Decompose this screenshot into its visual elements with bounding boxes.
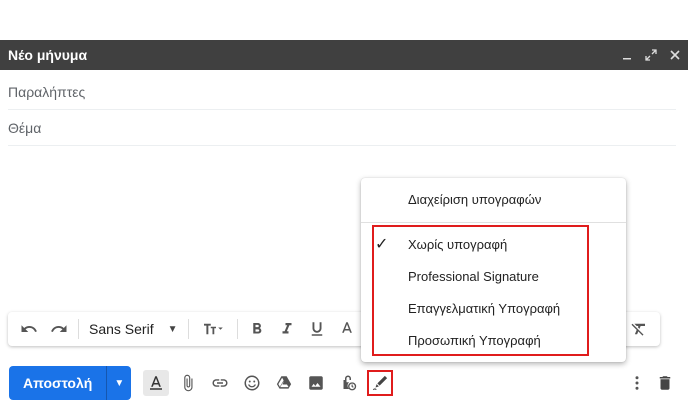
more-options-icon[interactable] [624, 370, 650, 396]
signature-option-label: Professional Signature [408, 268, 539, 284]
redo-icon[interactable] [44, 315, 74, 343]
menu-divider [361, 222, 626, 223]
signature-pen-icon[interactable] [367, 370, 393, 396]
toolbar-separator [236, 319, 238, 339]
signature-option-personal[interactable]: Προσωπική Υπογραφή [361, 324, 626, 356]
send-button-group: Αποστολή ▼ [9, 366, 132, 400]
undo-icon[interactable] [14, 315, 44, 343]
fullscreen-icon[interactable] [640, 44, 662, 66]
signature-option-label: Επαγγελματική Υπογραφή [408, 300, 561, 316]
font-select-value: Sans Serif [89, 321, 154, 337]
check-icon: ✓ [375, 236, 389, 253]
signature-option-none[interactable]: ✓ Χωρίς υπογραφή [361, 228, 626, 260]
caret-down-icon: ▼ [167, 323, 178, 335]
signature-option-professional-el[interactable]: Επαγγελματική Υπογραφή [361, 292, 626, 324]
insert-photo-icon[interactable] [303, 370, 329, 396]
close-icon[interactable] [664, 44, 686, 66]
google-drive-icon[interactable] [271, 370, 297, 396]
subject-field[interactable]: Θέμα [8, 110, 676, 146]
send-button[interactable]: Αποστολή [9, 366, 108, 400]
subject-placeholder: Θέμα [8, 119, 42, 136]
manage-signatures-label: Διαχείριση υπογραφών [408, 191, 542, 207]
recipients-placeholder: Παραλήπτες [8, 83, 86, 100]
bottom-toolbar: Αποστολή ▼ [0, 364, 688, 404]
send-options-icon[interactable]: ▼ [107, 366, 132, 400]
attach-file-icon[interactable] [175, 370, 201, 396]
text-color-icon[interactable] [332, 315, 362, 343]
signature-option-professional-en[interactable]: Professional Signature [361, 260, 626, 292]
discard-draft-icon[interactable] [652, 370, 678, 396]
recipients-field[interactable]: Παραλήπτες [8, 74, 676, 110]
compose-title: Νέο μήνυμα [8, 47, 88, 63]
minimize-icon[interactable] [616, 44, 638, 66]
confidential-mode-icon[interactable] [335, 370, 361, 396]
text-size-icon[interactable] [193, 315, 233, 343]
insert-link-icon[interactable] [207, 370, 233, 396]
signature-option-label: Χωρίς υπογραφή [408, 236, 508, 252]
emoji-icon[interactable] [239, 370, 265, 396]
remove-formatting-icon[interactable] [624, 315, 654, 343]
bold-icon[interactable] [242, 315, 272, 343]
underline-icon[interactable] [302, 315, 332, 343]
compose-titlebar: Νέο μήνυμα [0, 40, 688, 70]
font-select[interactable]: Sans Serif ▼ [83, 315, 184, 343]
signature-option-label: Προσωπική Υπογραφή [408, 332, 541, 348]
signature-menu: Διαχείριση υπογραφών ✓ Χωρίς υπογραφή Pr… [361, 178, 626, 362]
italic-icon[interactable] [272, 315, 302, 343]
toolbar-separator [78, 319, 79, 339]
formatting-options-icon[interactable] [143, 370, 169, 396]
toolbar-separator [187, 319, 189, 339]
manage-signatures-item[interactable]: Διαχείριση υπογραφών [361, 183, 626, 215]
